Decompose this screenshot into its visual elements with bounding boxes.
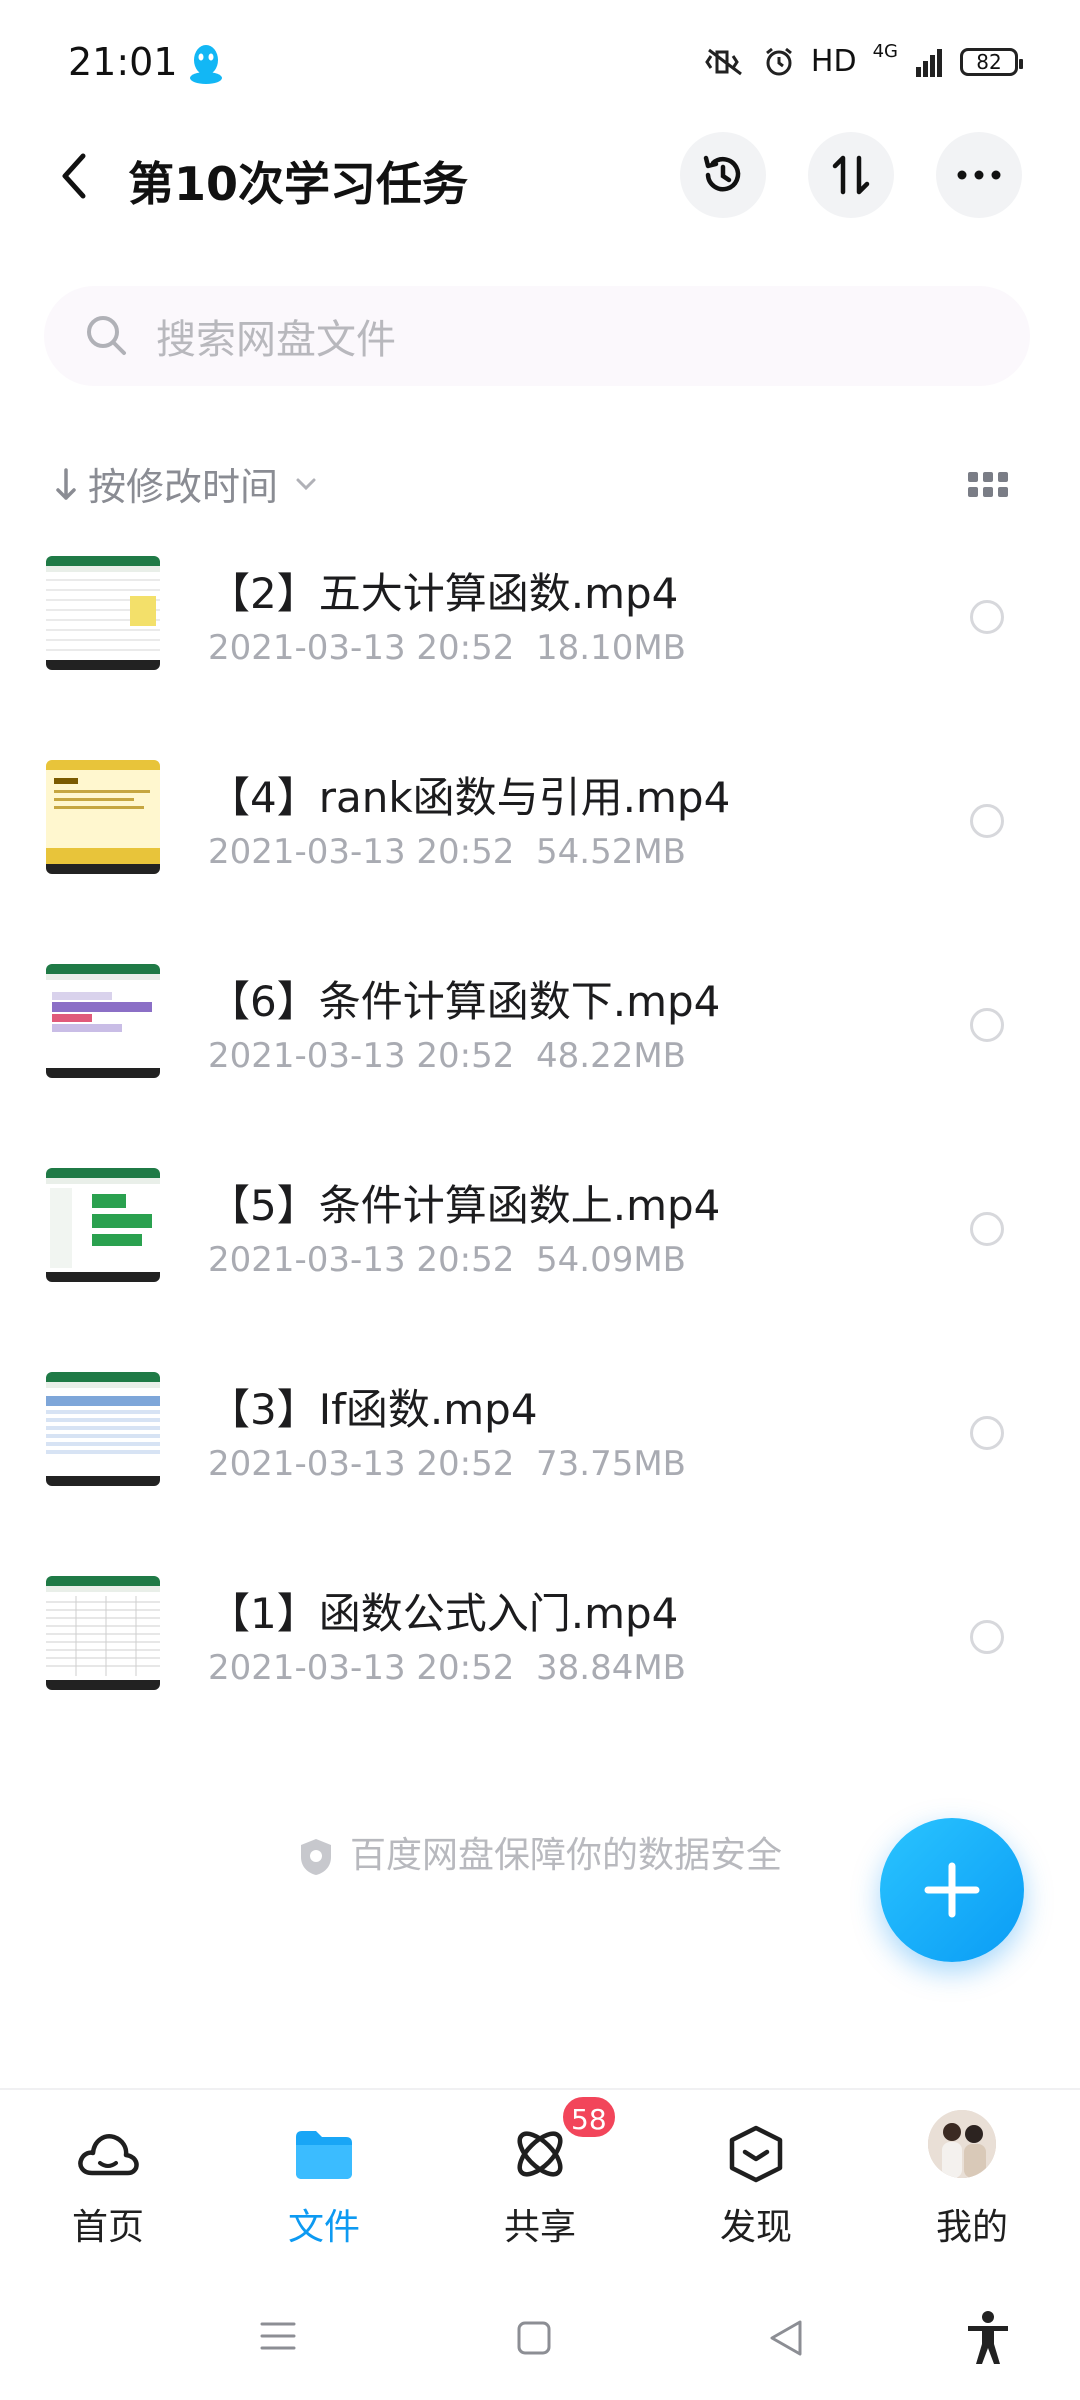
select-checkbox[interactable] [970, 1416, 1004, 1450]
file-row[interactable]: 【6】条件计算函数下.mp4 2021-03-13 20:52 48.22MB [0, 964, 1080, 1134]
sort-selector[interactable]: 按修改时间 [54, 456, 318, 511]
signal-icon [916, 48, 942, 77]
avatar[interactable] [928, 2110, 996, 2178]
shield-icon [300, 1839, 331, 1875]
file-size: 18.10MB [536, 628, 687, 668]
folder-icon [292, 2122, 356, 2186]
status-bar: 21:01 HD 4G 82 [0, 0, 1080, 120]
file-meta: 2021-03-13 20:52 18.10MB [208, 628, 686, 668]
upload-download-icon [832, 155, 870, 195]
alarm-icon [765, 47, 792, 75]
bottom-tab-bar: 首页 文件 共享 发现 我的 [0, 2088, 1080, 2270]
video-thumbnail [46, 1372, 160, 1486]
discover-cube-icon [724, 2122, 788, 2186]
tab-home[interactable]: 首页 [0, 2090, 216, 2272]
transfer-button[interactable] [808, 132, 894, 218]
tab-home-label: 首页 [71, 2207, 144, 2248]
file-name: 【2】五大计算函数.mp4 [208, 569, 679, 618]
select-checkbox[interactable] [970, 804, 1004, 838]
chevron-down-icon [296, 478, 316, 490]
select-checkbox[interactable] [970, 1212, 1004, 1246]
arrow-down-icon [56, 467, 76, 500]
more-button[interactable] [936, 132, 1022, 218]
file-name: 【6】条件计算函数下.mp4 [208, 977, 721, 1026]
file-size: 54.52MB [536, 832, 687, 872]
file-date: 2021-03-13 20:52 [208, 1036, 515, 1076]
signal-4g-label: 4G [872, 41, 898, 62]
video-thumbnail [46, 964, 160, 1078]
add-button[interactable] [880, 1818, 1024, 1962]
plus-icon [924, 1862, 980, 1918]
video-thumbnail [46, 760, 160, 874]
back-triangle-icon[interactable] [766, 2318, 806, 2358]
status-icons: HD 4G 82 [703, 41, 1023, 79]
file-row[interactable]: 【4】rank函数与引用.mp4 2021-03-13 20:52 54.52M… [0, 760, 1080, 930]
history-button[interactable] [680, 132, 766, 218]
file-date: 2021-03-13 20:52 [208, 1240, 515, 1280]
file-date: 2021-03-13 20:52 [208, 628, 515, 668]
select-checkbox[interactable] [970, 1620, 1004, 1654]
accessibility-icon[interactable] [964, 2310, 1012, 2366]
more-dots-icon [957, 170, 1001, 180]
search-icon [87, 316, 126, 355]
notification-badge: 58 [560, 2094, 618, 2140]
file-size: 38.84MB [536, 1648, 687, 1688]
search-input[interactable]: 搜索网盘文件 [44, 286, 1030, 386]
back-button[interactable] [44, 144, 104, 208]
file-date: 2021-03-13 20:52 [208, 1648, 515, 1688]
select-checkbox[interactable] [970, 1008, 1004, 1042]
select-checkbox[interactable] [970, 600, 1004, 634]
file-name: 【5】条件计算函数上.mp4 [208, 1181, 721, 1230]
file-name: 【1】函数公式入门.mp4 [208, 1589, 679, 1638]
battery-icon: 82 [960, 47, 1023, 76]
tab-files[interactable]: 文件 [216, 2090, 432, 2272]
cloud-icon [76, 2122, 140, 2186]
file-size: 54.09MB [536, 1240, 687, 1280]
chevron-left-icon [62, 153, 86, 199]
tab-profile-label: 我的 [935, 2207, 1008, 2248]
share-orbit-icon [508, 2122, 572, 2186]
file-meta: 2021-03-13 20:52 38.84MB [208, 1648, 686, 1688]
file-name: 【3】If函数.mp4 [208, 1385, 538, 1434]
file-meta: 2021-03-13 20:52 54.52MB [208, 832, 686, 872]
menu-icon[interactable] [260, 2320, 296, 2352]
file-date: 2021-03-13 20:52 [208, 832, 515, 872]
search-placeholder: 搜索网盘文件 [156, 317, 396, 363]
home-square-icon[interactable] [516, 2320, 552, 2356]
history-icon [703, 155, 741, 192]
security-note-text: 百度网盘保障你的数据安全 [349, 1835, 782, 1876]
file-name: 【4】rank函数与引用.mp4 [208, 773, 731, 822]
hd-label: HD [810, 44, 857, 79]
mute-vibrate-icon [705, 48, 742, 75]
file-date: 2021-03-13 20:52 [208, 1444, 515, 1484]
file-size: 73.75MB [536, 1444, 687, 1484]
file-row[interactable]: 【5】条件计算函数上.mp4 2021-03-13 20:52 54.09MB [0, 1168, 1080, 1338]
video-thumbnail [46, 1168, 160, 1282]
status-time: 21:01 [68, 40, 178, 84]
tab-discover[interactable]: 发现 [648, 2090, 864, 2272]
file-size: 48.22MB [536, 1036, 687, 1076]
grid-view-icon[interactable] [968, 472, 1008, 498]
page-title: 第10次学习任务 [128, 157, 469, 211]
file-meta: 2021-03-13 20:52 54.09MB [208, 1240, 686, 1280]
tab-files-label: 文件 [287, 2207, 360, 2248]
video-thumbnail [46, 556, 160, 670]
file-meta: 2021-03-13 20:52 48.22MB [208, 1036, 686, 1076]
tab-share-label: 共享 [503, 2207, 576, 2248]
system-navigation-bar [0, 2270, 1080, 2400]
file-meta: 2021-03-13 20:52 73.75MB [208, 1444, 686, 1484]
video-thumbnail [46, 1576, 160, 1690]
file-row[interactable]: 【1】函数公式入门.mp4 2021-03-13 20:52 38.84MB [0, 1576, 1080, 1746]
tab-discover-label: 发现 [719, 2207, 792, 2248]
qq-icon [190, 45, 222, 84]
file-row[interactable]: 【2】五大计算函数.mp4 2021-03-13 20:52 18.10MB [0, 556, 1080, 726]
file-row[interactable]: 【3】If函数.mp4 2021-03-13 20:52 73.75MB [0, 1372, 1080, 1542]
sort-label: 按修改时间 [88, 465, 279, 509]
